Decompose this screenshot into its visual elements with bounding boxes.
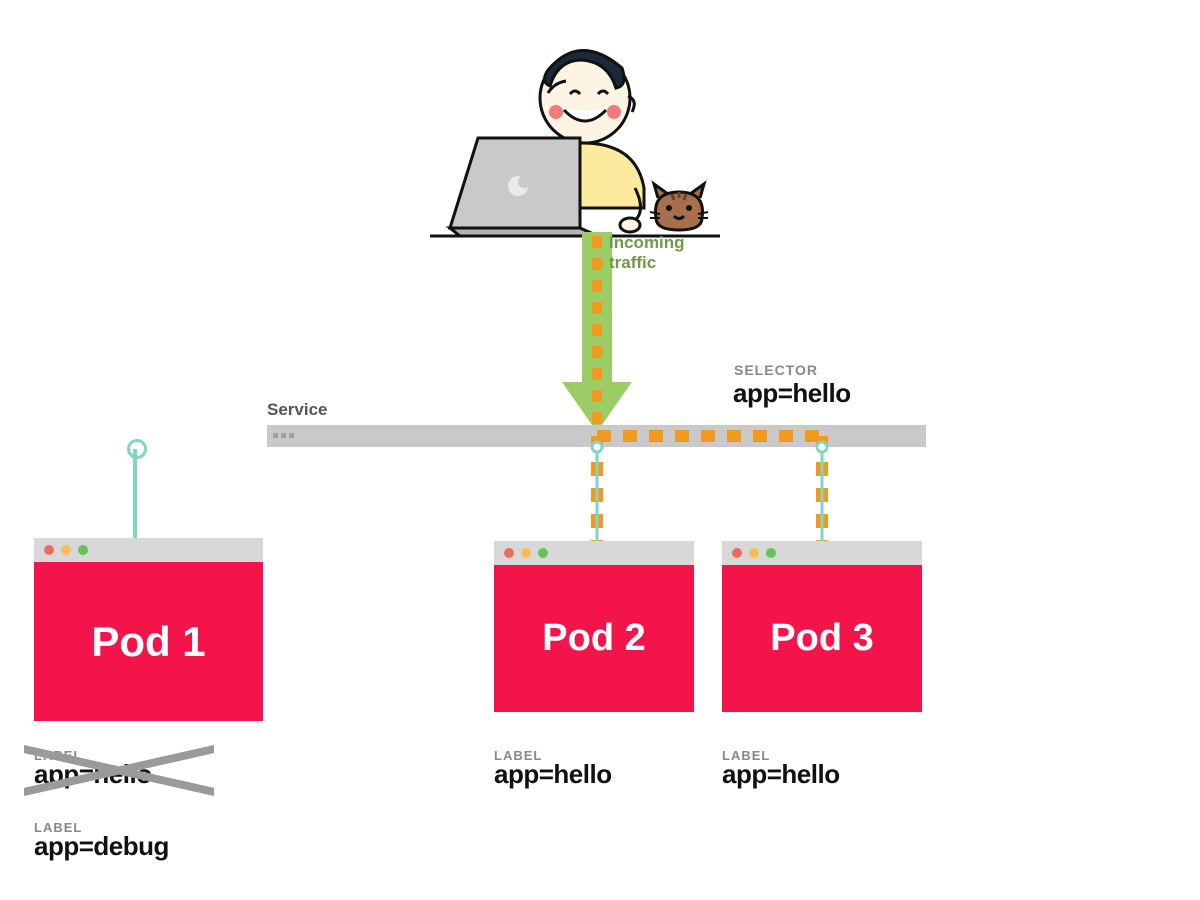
label-value: app=debug <box>34 831 169 862</box>
window-chrome-icon <box>722 541 922 565</box>
label-value: app=hello <box>34 759 152 790</box>
window-chrome-icon <box>34 538 263 562</box>
selector-caption: SELECTOR <box>734 362 818 378</box>
pod-3-label: LABEL app=hello <box>722 748 840 790</box>
pod-1: Pod 1 <box>34 538 263 721</box>
label-value: app=hello <box>494 759 612 790</box>
pod-3: Pod 3 <box>722 541 922 712</box>
pod-1-label-new: LABEL app=debug <box>34 820 169 862</box>
window-chrome-icon <box>494 541 694 565</box>
label-value: app=hello <box>722 759 840 790</box>
pod-2-label: LABEL app=hello <box>494 748 612 790</box>
selector-value: app=hello <box>733 378 851 409</box>
pod-3-title: Pod 3 <box>722 565 922 712</box>
pod-2: Pod 2 <box>494 541 694 712</box>
pod-1-title: Pod 1 <box>34 562 263 721</box>
user-icon <box>430 38 720 238</box>
traffic-label: Incoming traffic <box>609 233 685 272</box>
pod1-detached-stem <box>133 449 137 539</box>
pod-2-title: Pod 2 <box>494 565 694 712</box>
pod-1-label-old: LABEL app=hello <box>34 748 152 790</box>
pod1-detached-connector-icon <box>127 439 147 459</box>
service-title: Service <box>267 400 328 420</box>
diagram-root: Incoming traffic Service SELECTOR app=he… <box>0 0 1200 900</box>
